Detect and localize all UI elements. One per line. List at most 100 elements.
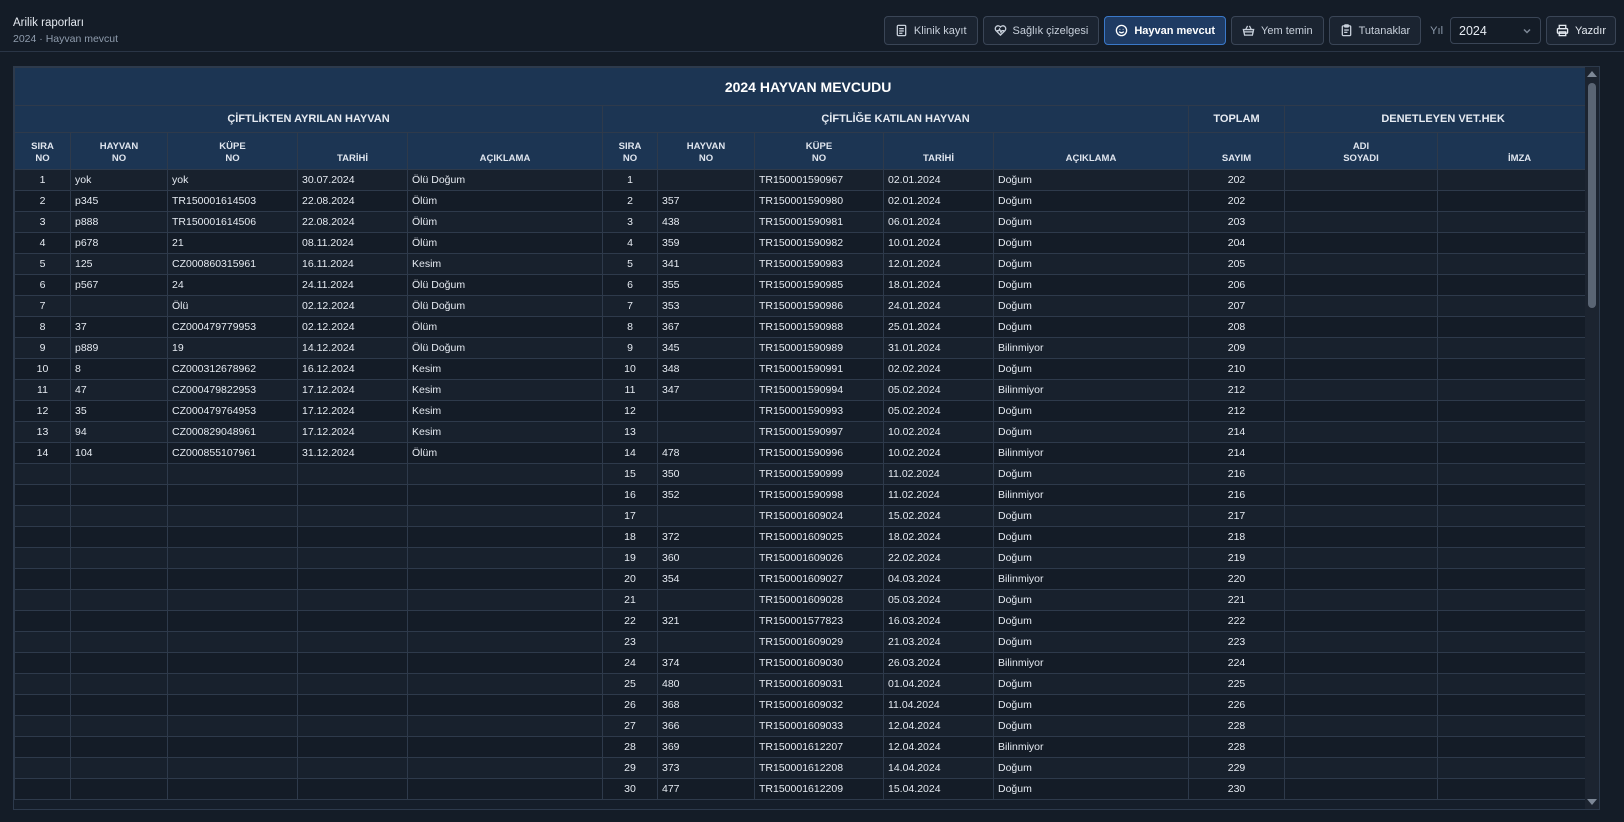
smiley-icon (1116, 24, 1128, 37)
left-cell: Kesim (407, 253, 603, 275)
right-cell: Doğum (993, 211, 1189, 233)
right-cell: 02.02.2024 (883, 358, 994, 380)
left-cell (14, 694, 71, 716)
col-right-hayvan-l2: NO (698, 153, 714, 164)
basket-icon (1242, 25, 1255, 36)
sayim-cell: 228 (1188, 736, 1285, 758)
right-cell: 360 (657, 547, 755, 569)
table-row: 25 480 TR150001609031 01.04.2024 Doğum 225 (14, 673, 1599, 695)
vet-signature-cell (1436, 547, 1599, 569)
sayim-cell: 203 (1188, 211, 1285, 233)
scrollbar-thumb[interactable] (1588, 83, 1596, 308)
group-vet-header: DENETLEYEN VET.HEK (1283, 105, 1599, 133)
right-cell: 350 (657, 463, 755, 485)
sayim-cell: 220 (1188, 568, 1285, 590)
left-cell (297, 505, 408, 527)
left-cell (167, 673, 298, 695)
right-cell: Doğum (993, 400, 1189, 422)
left-cell (407, 547, 603, 569)
left-cell: Ölü Doğum (407, 337, 603, 359)
right-cell: Doğum (993, 316, 1189, 338)
vet-signature-cell (1436, 211, 1599, 233)
right-cell: TR150001590991 (754, 358, 884, 380)
right-cell: 477 (657, 778, 755, 800)
col-right-kupe: KÜPE NO (754, 132, 884, 170)
right-cell: 05.02.2024 (883, 379, 994, 401)
sayim-cell: 222 (1188, 610, 1285, 632)
right-cell: TR150001590983 (754, 253, 884, 275)
scroll-up-arrow[interactable] (1587, 71, 1597, 77)
sayim-cell: 208 (1188, 316, 1285, 338)
left-cell (14, 547, 71, 569)
right-cell: 04.03.2024 (883, 568, 994, 590)
right-cell: Doğum (993, 547, 1189, 569)
right-cell: 438 (657, 211, 755, 233)
left-cell: 37 (70, 316, 168, 338)
right-cell: 15 (602, 463, 658, 485)
left-cell: 31.12.2024 (297, 442, 408, 464)
left-cell: 19 (167, 337, 298, 359)
left-cell (14, 757, 71, 779)
heart-pulse-icon (994, 25, 1006, 37)
left-cell (407, 505, 603, 527)
vertical-scrollbar[interactable] (1585, 67, 1599, 809)
yem-temin-button[interactable]: Yem temin (1231, 16, 1324, 45)
right-cell: 8 (602, 316, 658, 338)
right-cell: 12.04.2024 (883, 736, 994, 758)
left-cell: 104 (70, 442, 168, 464)
left-cell (70, 631, 168, 653)
print-button[interactable]: Yazdır (1546, 16, 1616, 45)
left-cell (167, 694, 298, 716)
sayim-cell: 230 (1188, 778, 1285, 800)
vet-name-cell (1284, 757, 1438, 779)
left-cell: Ölüm (407, 232, 603, 254)
report-panel: 2024 HAYVAN MEVCUDU ÇİFTLİKTEN AYRILAN H… (13, 66, 1600, 810)
left-cell (14, 631, 71, 653)
sayim-cell: 216 (1188, 463, 1285, 485)
left-cell (70, 652, 168, 674)
left-cell: 47 (70, 379, 168, 401)
vet-name-cell (1284, 778, 1438, 800)
left-cell (167, 778, 298, 800)
right-cell: 31.01.2024 (883, 337, 994, 359)
year-select[interactable]: 2024 (1450, 17, 1542, 44)
right-cell: TR150001612208 (754, 757, 884, 779)
col-left-kupe: KÜPE NO (167, 132, 298, 170)
left-cell: 22.08.2024 (297, 190, 408, 212)
report-scroll-area[interactable]: 2024 HAYVAN MEVCUDU ÇİFTLİKTEN AYRILAN H… (14, 67, 1599, 809)
left-cell (70, 673, 168, 695)
right-cell: Doğum (993, 190, 1189, 212)
sayim-cell: 214 (1188, 421, 1285, 443)
saglik-cizelgesi-button[interactable]: Sağlık çizelgesi (982, 16, 1100, 45)
tutanaklar-button[interactable]: Tutanaklar (1328, 16, 1422, 45)
left-cell: 2 (14, 190, 71, 212)
right-cell: TR150001609032 (754, 694, 884, 716)
col-right-sira: SIRA NO (602, 132, 658, 170)
right-cell: TR150001590982 (754, 232, 884, 254)
left-cell: 24 (167, 274, 298, 296)
right-cell: TR150001609027 (754, 568, 884, 590)
saglik-cizelgesi-label: Sağlık çizelgesi (1012, 24, 1089, 37)
table-row: 12 35 CZ000479764953 17.12.2024 Kesim 12 TR150… (14, 400, 1599, 422)
vet-signature-cell (1436, 715, 1599, 737)
right-cell: 26 (602, 694, 658, 716)
scroll-down-arrow[interactable] (1587, 799, 1597, 805)
right-cell: 366 (657, 715, 755, 737)
vet-signature-cell (1436, 652, 1599, 674)
left-cell (297, 631, 408, 653)
vet-signature-cell (1436, 694, 1599, 716)
left-cell: 30.07.2024 (297, 169, 408, 191)
right-cell: Doğum (993, 589, 1189, 611)
table-title: 2024 HAYVAN MEVCUDU (14, 67, 1599, 106)
left-cell (167, 610, 298, 632)
right-cell: 359 (657, 232, 755, 254)
hayvan-mevcut-button[interactable]: Hayvan mevcut (1104, 16, 1227, 45)
vet-name-cell (1284, 232, 1438, 254)
vet-signature-cell (1436, 526, 1599, 548)
vet-name-cell (1284, 631, 1438, 653)
right-cell (657, 400, 755, 422)
left-cell: TR150001614503 (167, 190, 298, 212)
left-cell: 02.12.2024 (297, 316, 408, 338)
klinik-kayit-button[interactable]: Klinik kayıt (883, 16, 978, 45)
right-cell: TR150001590980 (754, 190, 884, 212)
